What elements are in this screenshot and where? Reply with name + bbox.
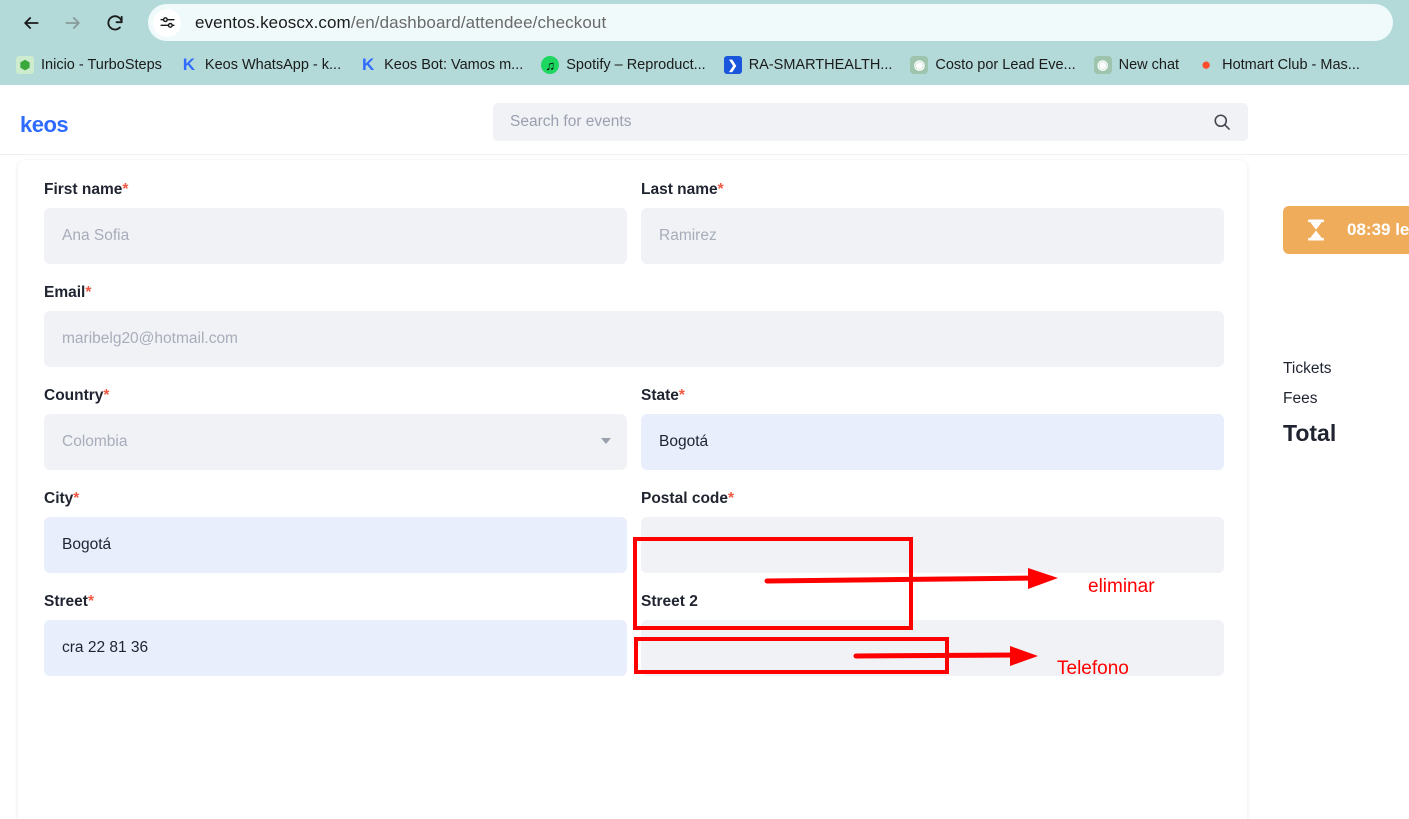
bookmark-keos-whatsapp[interactable]: K Keos WhatsApp - k...: [174, 53, 347, 77]
search-placeholder: Search for events: [510, 113, 632, 130]
required-asterisk: *: [85, 284, 92, 301]
city-input[interactable]: Bogotá: [44, 517, 627, 573]
form-row-city-postal: City* Bogotá Postal code*: [44, 490, 1224, 573]
required-asterisk: *: [87, 593, 94, 610]
street-label: Street*: [44, 593, 94, 610]
bookmark-keos-bot[interactable]: K Keos Bot: Vamos m...: [353, 53, 529, 77]
field-email: Email* maribelg20@hotmail.com: [44, 284, 1224, 367]
keos-icon: K: [182, 56, 196, 74]
page-viewport: keos Search for events First name* Ana S…: [0, 85, 1409, 819]
field-street: Street* cra 22 81 36: [44, 593, 627, 676]
url-text: eventos.keoscx.com/en/dashboard/attendee…: [195, 13, 606, 33]
forward-arrow-icon: [65, 16, 80, 29]
keos-icon: K: [361, 56, 375, 74]
email-input[interactable]: maribelg20@hotmail.com: [44, 311, 1224, 367]
tune-sliders-icon: [159, 17, 175, 28]
bookmarks-bar: ⬢ Inicio - TurboSteps K Keos WhatsApp - …: [0, 45, 1409, 85]
bookmark-label: Hotmart Club - Mas...: [1222, 57, 1360, 73]
field-street-2: Street 2: [641, 593, 1224, 676]
hotmart-icon: ●: [1200, 56, 1212, 74]
field-country: Country* Colombia: [44, 387, 627, 470]
field-last-name: Last name* Ramirez: [641, 181, 1224, 264]
magnifier-icon: [1214, 114, 1230, 130]
country-label: Country*: [44, 387, 110, 404]
summary-fees-label: Fees: [1283, 390, 1318, 407]
attendee-form: First name* Ana Sofia Last name* Ramirez…: [44, 181, 1224, 682]
field-first-name: First name* Ana Sofia: [44, 181, 627, 264]
reload-icon: [107, 14, 123, 30]
field-city: City* Bogotá: [44, 490, 627, 573]
bookmark-label: Keos Bot: Vamos m...: [384, 57, 524, 73]
street-2-label: Street 2: [641, 593, 698, 610]
summary-total-label: Total: [1283, 420, 1337, 446]
state-label: State*: [641, 387, 685, 404]
required-asterisk: *: [728, 490, 735, 507]
spotify-icon: ♫: [541, 56, 560, 74]
email-label: Email*: [44, 284, 92, 301]
address-bar[interactable]: eventos.keoscx.com/en/dashboard/attendee…: [148, 4, 1393, 41]
street-input[interactable]: cra 22 81 36: [44, 620, 627, 676]
keos-logo[interactable]: keos: [20, 112, 69, 138]
postal-code-input[interactable]: [641, 517, 1224, 573]
form-row-email: Email* maribelg20@hotmail.com: [44, 284, 1224, 367]
form-row-country-state: Country* Colombia State* Bogotá: [44, 387, 1224, 470]
browser-toolbar: eventos.keoscx.com/en/dashboard/attendee…: [0, 0, 1409, 45]
bookmark-label: Costo por Lead Eve...: [935, 57, 1076, 73]
url-domain: eventos.keoscx.com: [195, 12, 351, 32]
required-asterisk: *: [122, 181, 129, 198]
back-arrow-icon: [24, 16, 39, 29]
bookmark-label: Keos WhatsApp - k...: [204, 57, 342, 73]
postal-code-label: Postal code*: [641, 490, 735, 507]
required-asterisk: *: [103, 387, 110, 404]
chatgpt-icon: ◉: [910, 56, 929, 74]
chatgpt-icon: ◉: [1093, 56, 1112, 74]
chevron-down-icon: [601, 438, 611, 444]
field-postal-code: Postal code*: [641, 490, 1224, 573]
turbosteps-icon: ⬢: [16, 56, 34, 74]
url-path: /en/dashboard/attendee/checkout: [350, 12, 607, 32]
last-name-label: Last name*: [641, 181, 724, 198]
search-icon[interactable]: [1212, 112, 1232, 137]
bookmark-label: Spotify – Reproduct...: [566, 57, 706, 73]
hourglass-icon: [1308, 219, 1324, 241]
summary-lines: Tickets Fees Total: [1283, 360, 1409, 446]
site-settings-icon[interactable]: [153, 8, 181, 37]
bookmark-label: Inicio - TurboSteps: [41, 57, 162, 73]
bookmark-costo-por-lead[interactable]: ◉ Costo por Lead Eve...: [904, 53, 1081, 77]
street-2-input[interactable]: [641, 620, 1224, 676]
required-asterisk: *: [717, 181, 724, 198]
search-input[interactable]: Search for events: [493, 103, 1248, 141]
first-name-input[interactable]: Ana Sofia: [44, 208, 627, 264]
summary-tickets-label: Tickets: [1283, 360, 1332, 377]
bookmark-label: New chat: [1118, 57, 1180, 73]
bookmark-new-chat[interactable]: ◉ New chat: [1088, 53, 1185, 77]
city-label: City*: [44, 490, 80, 507]
field-state: State* Bogotá: [641, 387, 1224, 470]
checkout-timer-badge: 08:39 left: [1283, 206, 1409, 254]
ra-smarthealth-icon: ❯: [723, 56, 742, 74]
bookmark-hotmart-club[interactable]: ● Hotmart Club - Mas...: [1191, 53, 1366, 77]
forward-button[interactable]: [56, 6, 90, 40]
last-name-input[interactable]: Ramirez: [641, 208, 1224, 264]
site-header: keos Search for events: [0, 85, 1409, 155]
first-name-label: First name*: [44, 181, 129, 198]
bookmark-label: RA-SMARTHEALTH...: [748, 57, 893, 73]
form-row-street: Street* cra 22 81 36 Street 2: [44, 593, 1224, 676]
required-asterisk: *: [73, 490, 80, 507]
browser-chrome: eventos.keoscx.com/en/dashboard/attendee…: [0, 0, 1409, 85]
reload-button[interactable]: [98, 6, 132, 40]
country-select[interactable]: Colombia: [44, 414, 627, 470]
country-select-wrapper: Colombia: [44, 414, 627, 470]
bookmark-ra-smarthealth[interactable]: ❯ RA-SMARTHEALTH...: [718, 53, 899, 77]
bookmark-inicio-turbosteps[interactable]: ⬢ Inicio - TurboSteps: [10, 53, 168, 77]
timer-text: 08:39 left: [1347, 220, 1409, 239]
checkout-form-card: First name* Ana Sofia Last name* Ramirez…: [18, 160, 1247, 819]
back-button[interactable]: [14, 6, 48, 40]
form-row-names: First name* Ana Sofia Last name* Ramirez: [44, 181, 1224, 264]
state-input[interactable]: Bogotá: [641, 414, 1224, 470]
required-asterisk: *: [678, 387, 685, 404]
bookmark-spotify[interactable]: ♫ Spotify – Reproduct...: [535, 53, 711, 77]
